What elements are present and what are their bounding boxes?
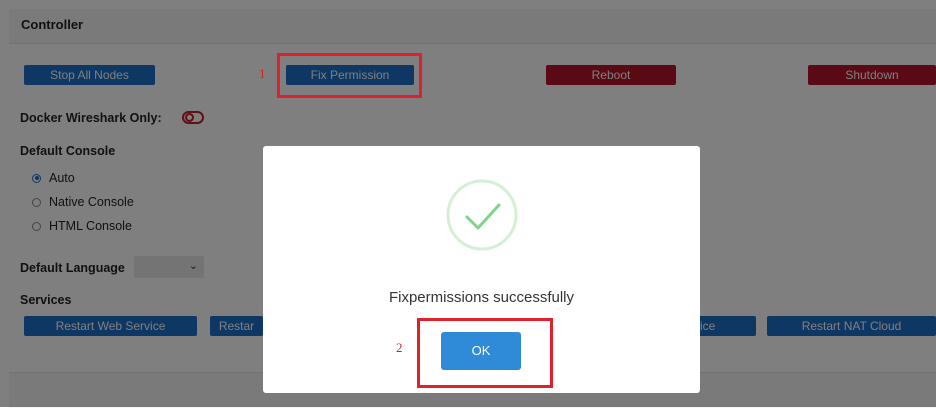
annotation-number-1: 1 (259, 66, 266, 81)
annotation-number-2: 2 (396, 340, 403, 355)
check-circle-icon (446, 179, 518, 251)
annotation-box-2 (417, 318, 553, 388)
dialog-message: Fixpermissions successfully (388, 289, 575, 306)
annotation-box-1 (277, 53, 422, 98)
